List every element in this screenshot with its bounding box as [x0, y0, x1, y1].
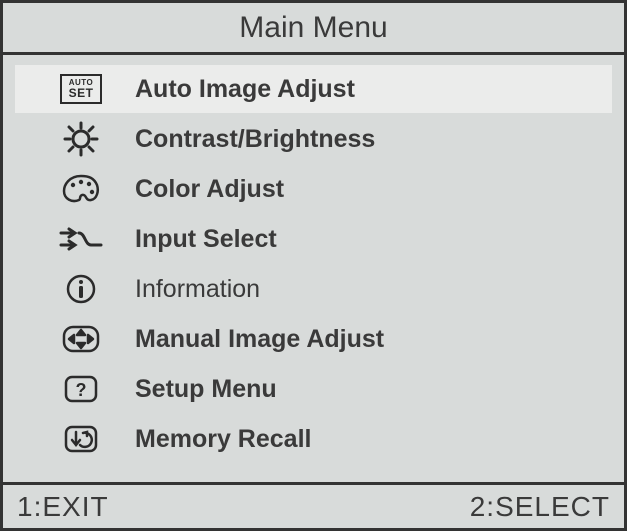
- menu-item-memory-recall[interactable]: Memory Recall: [15, 415, 612, 463]
- page-title: Main Menu: [3, 3, 624, 55]
- osd-main-menu: Main Menu AUTO SET Auto Image Adjust: [0, 0, 627, 531]
- menu-item-label: Information: [135, 275, 260, 304]
- menu-item-label: Color Adjust: [135, 175, 284, 204]
- help-icon: ?: [55, 369, 107, 409]
- menu-item-setup-menu[interactable]: ? Setup Menu: [15, 365, 612, 413]
- manual-icon: [55, 319, 107, 359]
- menu-item-label: Setup Menu: [135, 375, 277, 404]
- input-icon: [55, 219, 107, 259]
- menu-item-auto-image-adjust[interactable]: AUTO SET Auto Image Adjust: [15, 65, 612, 113]
- menu-item-color-adjust[interactable]: Color Adjust: [15, 165, 612, 213]
- menu-item-input-select[interactable]: Input Select: [15, 215, 612, 263]
- footer-hints: 1:EXIT 2:SELECT: [3, 482, 624, 528]
- auto-set-icon: AUTO SET: [55, 69, 107, 109]
- palette-icon: [55, 169, 107, 209]
- svg-text:?: ?: [76, 380, 87, 400]
- menu-item-label: Contrast/Brightness: [135, 125, 375, 154]
- info-icon: [55, 269, 107, 309]
- brightness-icon: [55, 119, 107, 159]
- menu-item-label: Memory Recall: [135, 425, 311, 454]
- menu-item-label: Manual Image Adjust: [135, 325, 384, 354]
- menu-item-manual-image-adjust[interactable]: Manual Image Adjust: [15, 315, 612, 363]
- recall-icon: [55, 419, 107, 459]
- menu-item-information[interactable]: Information: [15, 265, 612, 313]
- footer-exit-hint: 1:EXIT: [17, 491, 109, 523]
- menu-item-contrast-brightness[interactable]: Contrast/Brightness: [15, 115, 612, 163]
- menu-item-label: Input Select: [135, 225, 277, 254]
- footer-select-hint: 2:SELECT: [470, 491, 610, 523]
- menu-item-label: Auto Image Adjust: [135, 75, 355, 104]
- menu-list: AUTO SET Auto Image Adjust: [3, 55, 624, 482]
